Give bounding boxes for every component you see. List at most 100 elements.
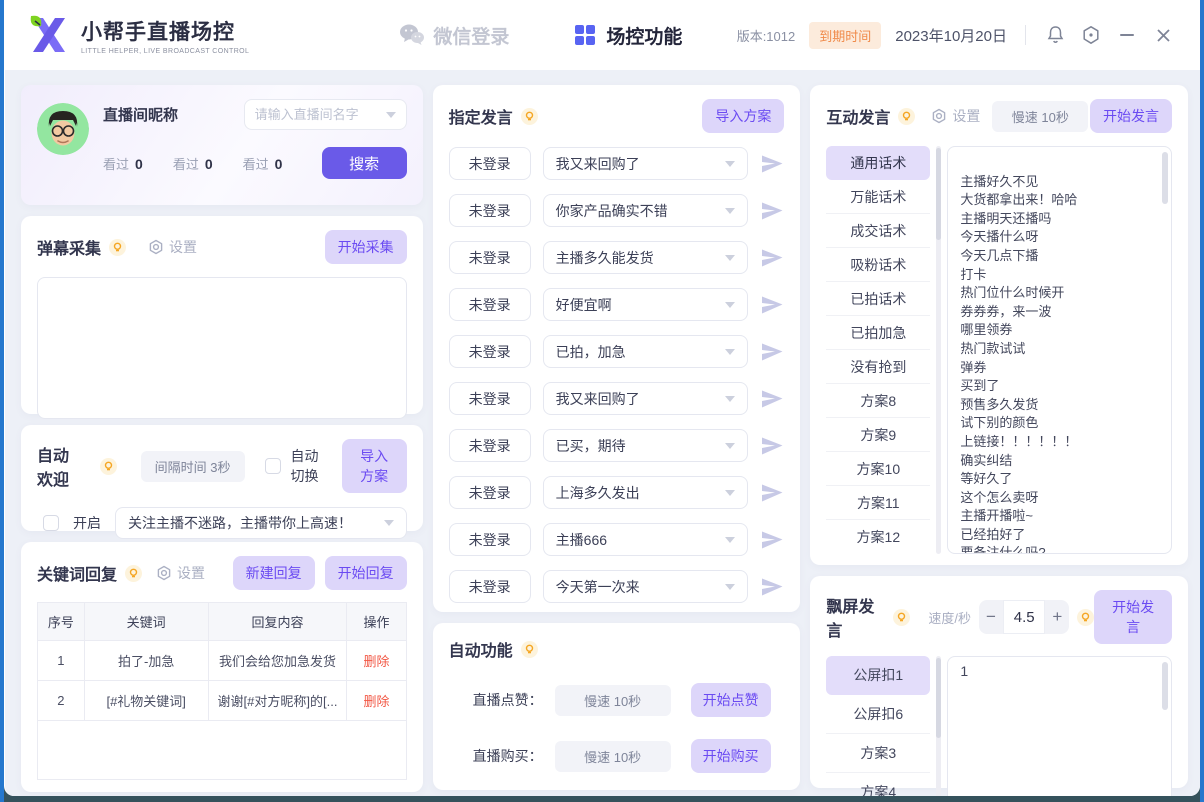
close-button[interactable] bbox=[1152, 24, 1174, 46]
tab-script-2[interactable]: 成交话术 bbox=[826, 214, 930, 248]
message-select[interactable]: 好便宜啊 bbox=[543, 288, 749, 321]
login-status[interactable]: 未登录 bbox=[449, 147, 531, 180]
float-tab-scrollbar[interactable] bbox=[936, 656, 941, 796]
auto-switch-checkbox[interactable] bbox=[265, 458, 281, 474]
tab-script-9[interactable]: 方案10 bbox=[826, 452, 930, 486]
send-icon[interactable] bbox=[760, 434, 784, 458]
bulb-tip-icon[interactable] bbox=[521, 641, 538, 658]
delete-link[interactable]: 删除 bbox=[363, 694, 389, 709]
interactive-start-speak-button[interactable]: 开始发言 bbox=[1090, 99, 1172, 133]
bulb-tip-icon[interactable] bbox=[893, 609, 910, 626]
gear-icon bbox=[148, 239, 164, 255]
collect-textarea[interactable] bbox=[37, 277, 407, 419]
send-icon[interactable] bbox=[760, 575, 784, 599]
tab-list-scrollbar[interactable] bbox=[936, 146, 941, 554]
search-button[interactable]: 搜索 bbox=[322, 147, 407, 179]
room-name-input[interactable] bbox=[255, 107, 386, 122]
message-select[interactable]: 今天第一次来 bbox=[543, 570, 749, 603]
bulb-tip-icon[interactable] bbox=[100, 458, 117, 475]
wechat-login-button[interactable]: 微信登录 bbox=[399, 22, 509, 49]
login-status[interactable]: 未登录 bbox=[449, 476, 531, 509]
message-select[interactable]: 主播多久能发货 bbox=[543, 241, 749, 274]
tab-float-2[interactable]: 方案3 bbox=[826, 734, 930, 773]
tab-script-6[interactable]: 没有抢到 bbox=[826, 350, 930, 384]
bulb-tip-icon[interactable] bbox=[125, 565, 142, 582]
send-icon[interactable] bbox=[760, 528, 784, 552]
login-status[interactable]: 未登录 bbox=[449, 382, 531, 415]
login-status[interactable]: 未登录 bbox=[449, 523, 531, 556]
tab-script-1[interactable]: 万能话术 bbox=[826, 180, 930, 214]
tab-script-8[interactable]: 方案9 bbox=[826, 418, 930, 452]
scrollbar-thumb[interactable] bbox=[936, 148, 941, 240]
start-buy-button[interactable]: 开始购买 bbox=[691, 739, 771, 773]
wechat-login-label: 微信登录 bbox=[433, 22, 509, 49]
bulb-tip-icon[interactable] bbox=[1077, 609, 1094, 626]
stepper-minus-button[interactable]: − bbox=[979, 600, 1003, 634]
designated-row: 未登录 你家产品确实不错 bbox=[449, 194, 785, 227]
message-select[interactable]: 我又来回购了 bbox=[543, 147, 749, 180]
float-start-speak-button[interactable]: 开始发言 bbox=[1094, 590, 1172, 644]
message-select[interactable]: 已买，期待 bbox=[543, 429, 749, 462]
app-logo: 小帮手直播场控 LITTLE HELPER, LIVE BROADCAST CO… bbox=[27, 14, 249, 56]
tab-float-0[interactable]: 公屏扣1 bbox=[826, 656, 930, 695]
float-content-box[interactable]: 1 bbox=[947, 656, 1172, 796]
nav-function-title[interactable]: 场控功能 bbox=[574, 22, 682, 49]
settings-icon[interactable] bbox=[1080, 24, 1102, 46]
bulb-tip-icon[interactable] bbox=[898, 108, 915, 125]
danmu-settings-button[interactable]: 设置 bbox=[148, 237, 197, 257]
delete-link[interactable]: 删除 bbox=[363, 654, 389, 669]
send-icon[interactable] bbox=[760, 293, 784, 317]
send-icon[interactable] bbox=[760, 199, 784, 223]
start-collect-button[interactable]: 开始采集 bbox=[325, 230, 407, 264]
room-name-select[interactable] bbox=[244, 99, 407, 130]
interactive-messages-box[interactable]: 主播好久不见 大货都拿出来！哈哈 主播明天还播吗 今天播什么呀 今天几点下播 打… bbox=[947, 146, 1172, 554]
scrollbar-thumb[interactable] bbox=[936, 658, 941, 738]
tab-script-10[interactable]: 方案11 bbox=[826, 486, 930, 520]
login-status[interactable]: 未登录 bbox=[449, 570, 531, 603]
keyword-settings-button[interactable]: 设置 bbox=[156, 563, 205, 583]
messages-scrollbar-thumb[interactable] bbox=[1162, 152, 1168, 204]
bell-icon[interactable] bbox=[1044, 24, 1066, 46]
tab-script-0[interactable]: 通用话术 bbox=[826, 146, 930, 180]
tab-float-1[interactable]: 公屏扣6 bbox=[826, 695, 930, 734]
message-select[interactable]: 主播666 bbox=[543, 523, 749, 556]
welcome-message-select[interactable]: 关注主播不迷路，主播带你上高速！ bbox=[115, 507, 407, 539]
tab-script-4[interactable]: 已拍话术 bbox=[826, 282, 930, 316]
send-icon[interactable] bbox=[760, 246, 784, 270]
login-status[interactable]: 未登录 bbox=[449, 194, 531, 227]
designated-import-plan-button[interactable]: 导入方案 bbox=[702, 99, 784, 133]
tab-script-5[interactable]: 已拍加急 bbox=[826, 316, 930, 350]
login-status[interactable]: 未登录 bbox=[449, 241, 531, 274]
tab-script-11[interactable]: 方案12 bbox=[826, 520, 930, 554]
new-reply-button[interactable]: 新建回复 bbox=[233, 556, 315, 590]
login-status[interactable]: 未登录 bbox=[449, 288, 531, 321]
bulb-tip-icon[interactable] bbox=[521, 108, 538, 125]
titlebar-divider bbox=[1025, 25, 1026, 45]
welcome-import-plan-button[interactable]: 导入方案 bbox=[342, 439, 407, 493]
welcome-enable-checkbox[interactable] bbox=[43, 515, 59, 531]
login-status[interactable]: 未登录 bbox=[449, 429, 531, 462]
message-select[interactable]: 你家产品确实不错 bbox=[543, 194, 749, 227]
start-like-button[interactable]: 开始点赞 bbox=[691, 683, 771, 717]
send-icon[interactable] bbox=[760, 152, 784, 176]
float-scrollbar-thumb[interactable] bbox=[1162, 662, 1168, 710]
start-reply-button[interactable]: 开始回复 bbox=[325, 556, 407, 590]
message-select[interactable]: 我又来回购了 bbox=[543, 382, 749, 415]
minimize-button[interactable] bbox=[1116, 24, 1138, 46]
welcome-title: 自动欢迎 bbox=[37, 442, 82, 490]
interactive-settings-button[interactable]: 设置 bbox=[931, 106, 980, 126]
tab-script-7[interactable]: 方案8 bbox=[826, 384, 930, 418]
message-select[interactable]: 已拍，加急 bbox=[543, 335, 749, 368]
stepper-plus-button[interactable]: + bbox=[1045, 600, 1069, 634]
interval-chip: 间隔时间 3秒 bbox=[141, 451, 245, 482]
send-icon[interactable] bbox=[760, 387, 784, 411]
message-select[interactable]: 上海多久发出 bbox=[543, 476, 749, 509]
tab-float-3[interactable]: 方案4 bbox=[826, 773, 930, 796]
send-icon[interactable] bbox=[760, 340, 784, 364]
bulb-tip-icon[interactable] bbox=[109, 239, 126, 256]
login-status[interactable]: 未登录 bbox=[449, 335, 531, 368]
send-icon[interactable] bbox=[760, 481, 784, 505]
table-row: 2 [#礼物关键词] 谢谢[#对方昵称]的[... 删除 bbox=[38, 680, 406, 720]
tab-script-3[interactable]: 吸粉话术 bbox=[826, 248, 930, 282]
stepper-value[interactable]: 4.5 bbox=[1003, 600, 1046, 634]
